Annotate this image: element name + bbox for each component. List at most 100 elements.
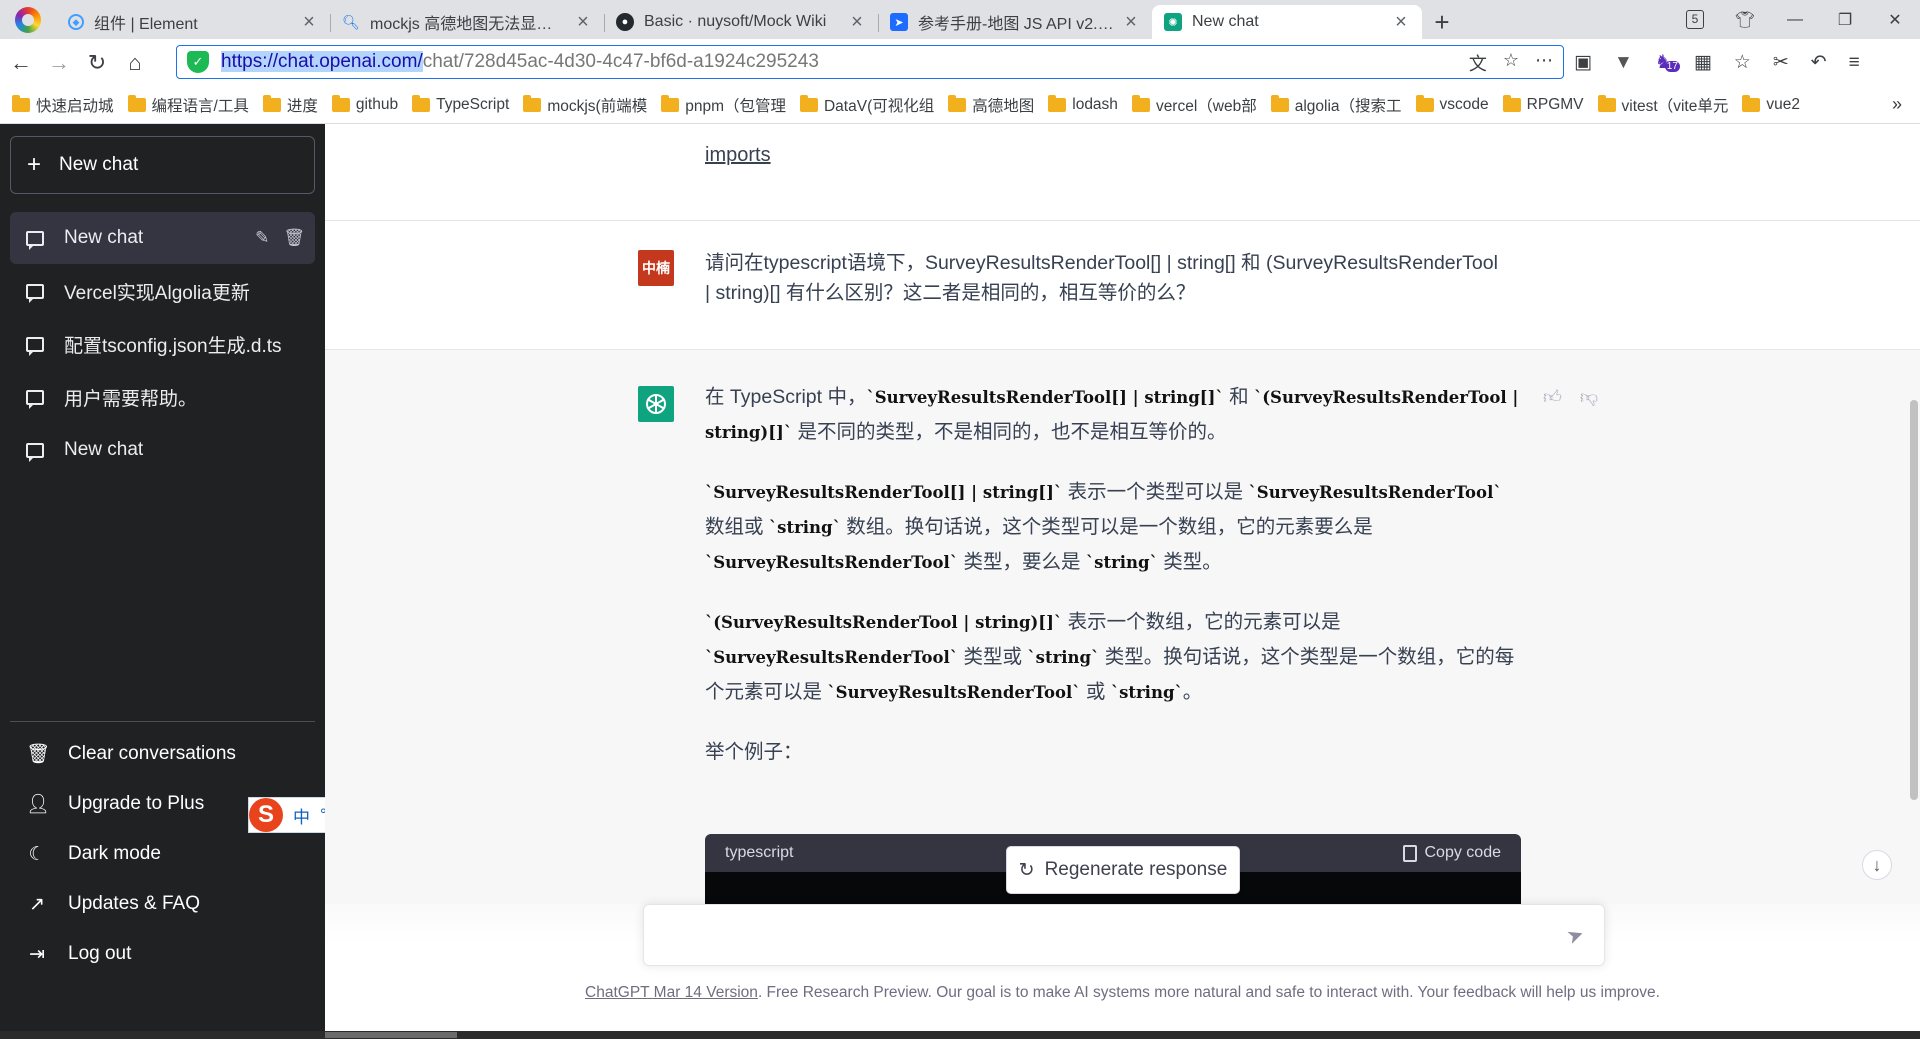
ime-mode-toggle[interactable]: 中: [293, 803, 310, 828]
extension-badge-count: 17: [1664, 61, 1680, 72]
close-icon[interactable]: ×: [848, 11, 866, 34]
bookmark-folder[interactable]: TypeScript: [412, 94, 509, 114]
user-message-text: 请问在typescript语境下，SurveyResultsRenderTool…: [705, 252, 1498, 304]
dark-mode-button[interactable]: ☾ Dark mode: [10, 829, 315, 879]
bookmark-folder[interactable]: 快速启动城: [12, 94, 114, 116]
bookmarks-bar: 快速启动城 编程语言/工具 进度 github TypeScript mockj…: [0, 86, 1920, 124]
text-span: 数组或: [705, 516, 769, 538]
menu-icon[interactable]: ≡: [1849, 52, 1860, 74]
chat-bubble-icon: [26, 230, 44, 250]
folder-icon: [262, 94, 281, 112]
amap-icon: ➤: [890, 13, 908, 31]
home-button[interactable]: ⌂: [118, 46, 152, 80]
bookmark-label: RPGMV: [1526, 95, 1584, 113]
clear-conversations-button[interactable]: 🗑︎ Clear conversations: [10, 729, 315, 779]
favorites-icon[interactable]: ☆: [1734, 51, 1751, 74]
close-icon[interactable]: ×: [1392, 11, 1410, 34]
new-tab-button[interactable]: +: [1422, 5, 1462, 39]
copy-code-button[interactable]: Copy code: [1402, 844, 1501, 862]
bookmark-folder[interactable]: algolia（搜索工: [1270, 94, 1402, 116]
feedback-buttons: 👍︎ 👎︎: [1543, 386, 1598, 408]
address-bar[interactable]: ✓ https://chat.openai.com/chat/728d45ac-…: [176, 45, 1564, 79]
undo-icon[interactable]: ↶: [1811, 51, 1827, 74]
apps-grid-icon[interactable]: ▦: [1694, 51, 1712, 74]
trash-icon[interactable]: 🗑︎: [283, 228, 305, 248]
bookmark-folder[interactable]: vercel（web部: [1131, 94, 1257, 116]
folder-icon: [12, 94, 30, 112]
prompt-input[interactable]: [658, 919, 1538, 951]
bookmarks-more-button[interactable]: »: [1892, 94, 1902, 115]
user-icon: 👤︎: [26, 794, 51, 815]
tab-count-button[interactable]: 5: [1670, 10, 1720, 29]
star-icon[interactable]: ☆: [1503, 50, 1519, 76]
minimize-button[interactable]: —: [1770, 11, 1820, 29]
scissors-icon[interactable]: ✂: [1773, 51, 1789, 74]
text-span: 在 TypeScript 中，: [705, 386, 867, 408]
bookmark-label: 编程语言/工具: [151, 97, 249, 115]
text-span: 类型。: [1157, 551, 1222, 573]
updates-faq-link[interactable]: ↗ Updates & FAQ: [10, 879, 315, 929]
assistant-paragraph: `(SurveyResultsRenderTool | string)[]` 表…: [705, 605, 1525, 710]
conversation-item[interactable]: 配置tsconfig.json生成.d.ts: [10, 318, 315, 370]
folder-icon: [1597, 94, 1616, 112]
bookmark-folder[interactable]: RPGMV: [1502, 94, 1584, 114]
horizontal-scrollbar[interactable]: [0, 1031, 1920, 1039]
bookmark-folder[interactable]: vue2: [1742, 94, 1800, 114]
bookmark-folder[interactable]: vitest（vite单元: [1597, 94, 1728, 116]
url-text[interactable]: https://chat.openai.com/chat/728d45ac-4d…: [221, 51, 819, 73]
tab-mockjs-search[interactable]: 🔍︎ mockjs 高德地图无法显示 - 搜索 ×: [330, 5, 604, 39]
more-icon[interactable]: ⋯: [1535, 50, 1553, 76]
extension-vue-icon[interactable]: ▼: [1614, 52, 1633, 74]
conversation-item-active[interactable]: New chat ✎ 🗑︎: [10, 212, 315, 264]
restore-button[interactable]: ❐: [1820, 10, 1870, 30]
previous-message-tail[interactable]: imports: [705, 140, 771, 170]
bookmark-folder[interactable]: lodash: [1048, 94, 1118, 114]
bookmark-folder[interactable]: mockjs(前端模: [523, 94, 647, 116]
back-button[interactable]: ←: [4, 46, 38, 80]
edit-icon[interactable]: ✎: [255, 228, 269, 248]
browser-logo-icon[interactable]: [0, 0, 56, 39]
close-icon[interactable]: ×: [574, 11, 592, 34]
extension-game-icon[interactable]: ▣: [1574, 51, 1592, 74]
scrollbar-thumb[interactable]: [325, 1032, 457, 1038]
log-out-button[interactable]: ⇥ Log out: [10, 929, 315, 979]
conversation-item[interactable]: Vercel实现Algolia更新: [10, 265, 315, 317]
conversation-item[interactable]: New chat: [10, 424, 315, 476]
bookmark-folder[interactable]: pnpm（包管理: [661, 94, 786, 116]
bookmark-label: github: [355, 95, 399, 113]
regenerate-response-button[interactable]: ↻ Regenerate response: [1006, 846, 1240, 894]
version-link[interactable]: ChatGPT Mar 14 Version: [585, 984, 758, 1001]
reload-button[interactable]: ↻: [80, 46, 114, 80]
tab-new-chat[interactable]: ✺ New chat ×: [1152, 5, 1422, 39]
bookmark-folder[interactable]: 高德地图: [948, 94, 1034, 116]
bookmark-folder[interactable]: 编程语言/工具: [127, 94, 249, 116]
tab-amap-api[interactable]: ➤ 参考手册-地图 JS API v2.0 | 高德 ×: [878, 5, 1152, 39]
tab-mock-wiki[interactable]: ● Basic · nuysoft/Mock Wiki ×: [604, 5, 878, 39]
thumbs-up-icon[interactable]: 👍︎: [1543, 386, 1562, 408]
translate-icon[interactable]: ⽂: [1469, 50, 1487, 76]
link-label: Upgrade to Plus: [68, 793, 205, 814]
conversation-item[interactable]: 用户需要帮助。: [10, 371, 315, 423]
tab-element[interactable]: ◆ 组件 | Element ×: [56, 5, 330, 39]
page-scrollbar[interactable]: [1910, 400, 1918, 800]
bookmark-folder[interactable]: 进度: [262, 94, 318, 116]
chat-bubble-icon: [26, 336, 44, 356]
forward-button[interactable]: →: [42, 46, 76, 80]
close-icon[interactable]: ×: [300, 11, 318, 34]
folder-icon: [412, 94, 431, 112]
thumbs-down-icon[interactable]: 👎︎: [1580, 386, 1598, 408]
inline-code: `string`: [1027, 648, 1100, 667]
link-label: Dark mode: [68, 843, 161, 864]
scroll-to-bottom-button[interactable]: ↓: [1862, 850, 1892, 880]
close-window-button[interactable]: ✕: [1870, 10, 1920, 30]
bookmark-folder[interactable]: github: [331, 94, 399, 114]
extension-badge-icon[interactable]: ♞ 17: [1655, 51, 1680, 74]
shirt-icon[interactable]: 👕︎: [1720, 10, 1770, 30]
window-controls: 5 👕︎ — ❐ ✕: [1670, 0, 1920, 39]
close-icon[interactable]: ×: [1122, 11, 1140, 34]
new-chat-button[interactable]: + New chat: [10, 136, 315, 194]
bookmark-folder[interactable]: vscode: [1415, 94, 1489, 114]
folder-icon: [331, 94, 350, 112]
bookmark-folder[interactable]: DataV(可视化组: [799, 94, 934, 116]
send-icon[interactable]: ➤: [1563, 921, 1587, 950]
